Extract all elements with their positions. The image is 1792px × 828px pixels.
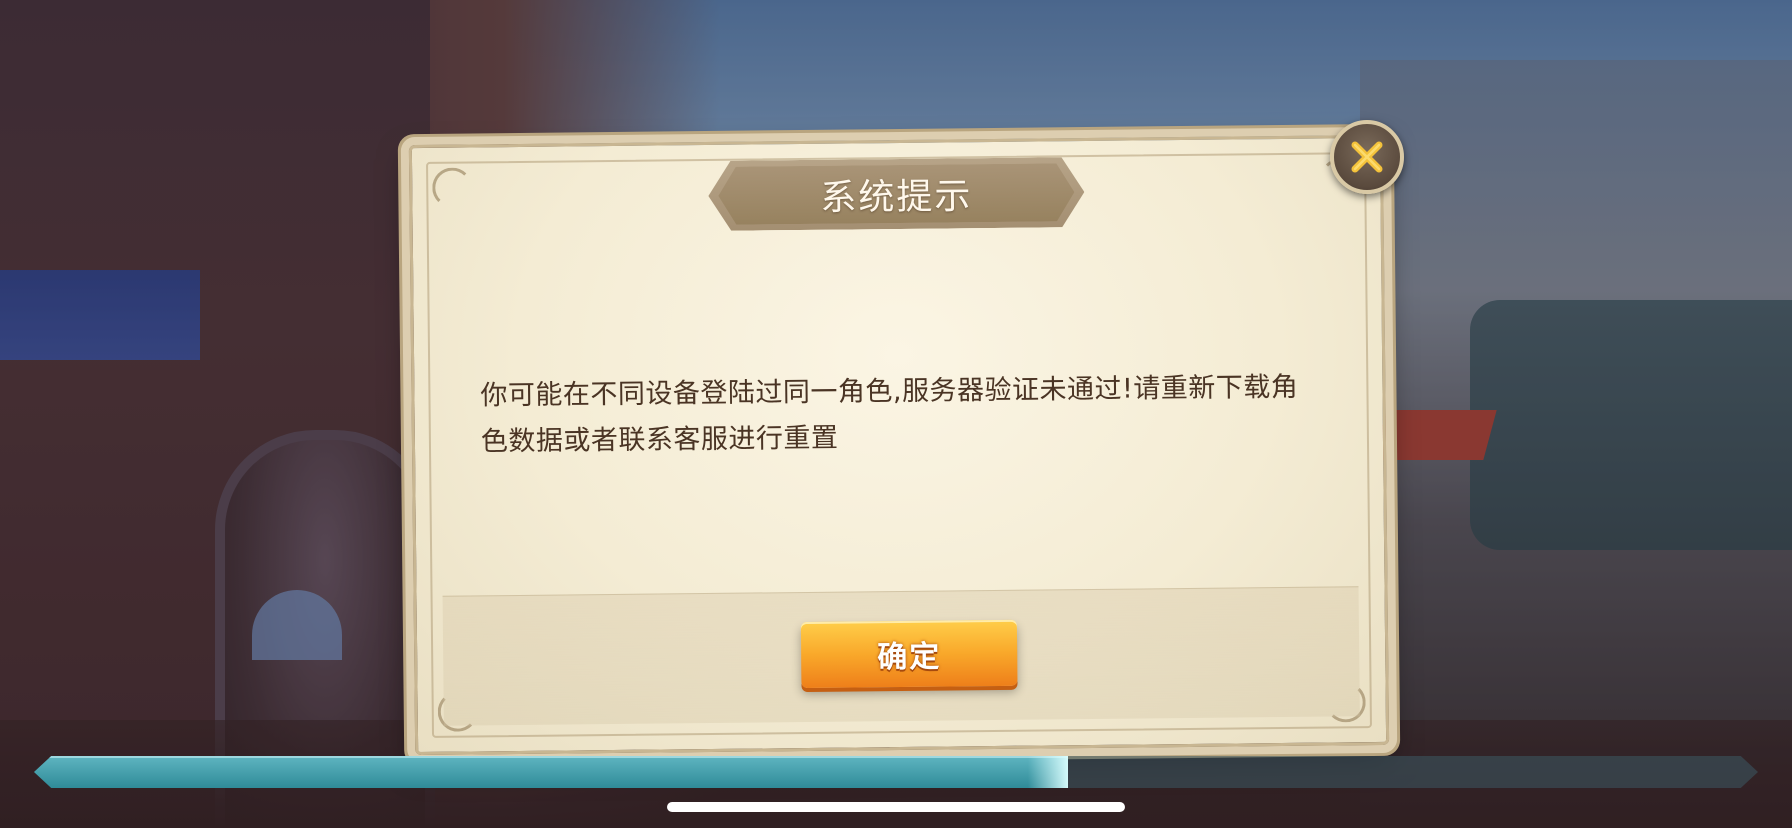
close-button[interactable] [1330, 120, 1404, 194]
loading-progress-fill [34, 756, 1069, 788]
corner-ornament [432, 167, 473, 208]
confirm-button[interactable]: 确定 [800, 619, 1018, 689]
dialog-title: 系统提示 [820, 176, 973, 219]
game-scene: 系统提示 你可能在不同设备登陆过同一角色,服务器验证未通过!请重新下载角色数据或… [0, 0, 1792, 828]
home-indicator[interactable] [667, 802, 1125, 812]
dialog-title-plate: 系统提示 [708, 157, 1085, 231]
system-dialog: 系统提示 你可能在不同设备登陆过同一角色,服务器验证未通过!请重新下载角色数据或… [408, 134, 1390, 756]
close-icon [1351, 141, 1383, 173]
loading-progress-glow [1028, 756, 1069, 788]
dialog-message: 你可能在不同设备登陆过同一角色,服务器验证未通过!请重新下载角色数据或者联系客服… [480, 371, 1299, 458]
loading-progress-bar [34, 756, 1758, 788]
confirm-button-label: 确定 [877, 639, 942, 676]
